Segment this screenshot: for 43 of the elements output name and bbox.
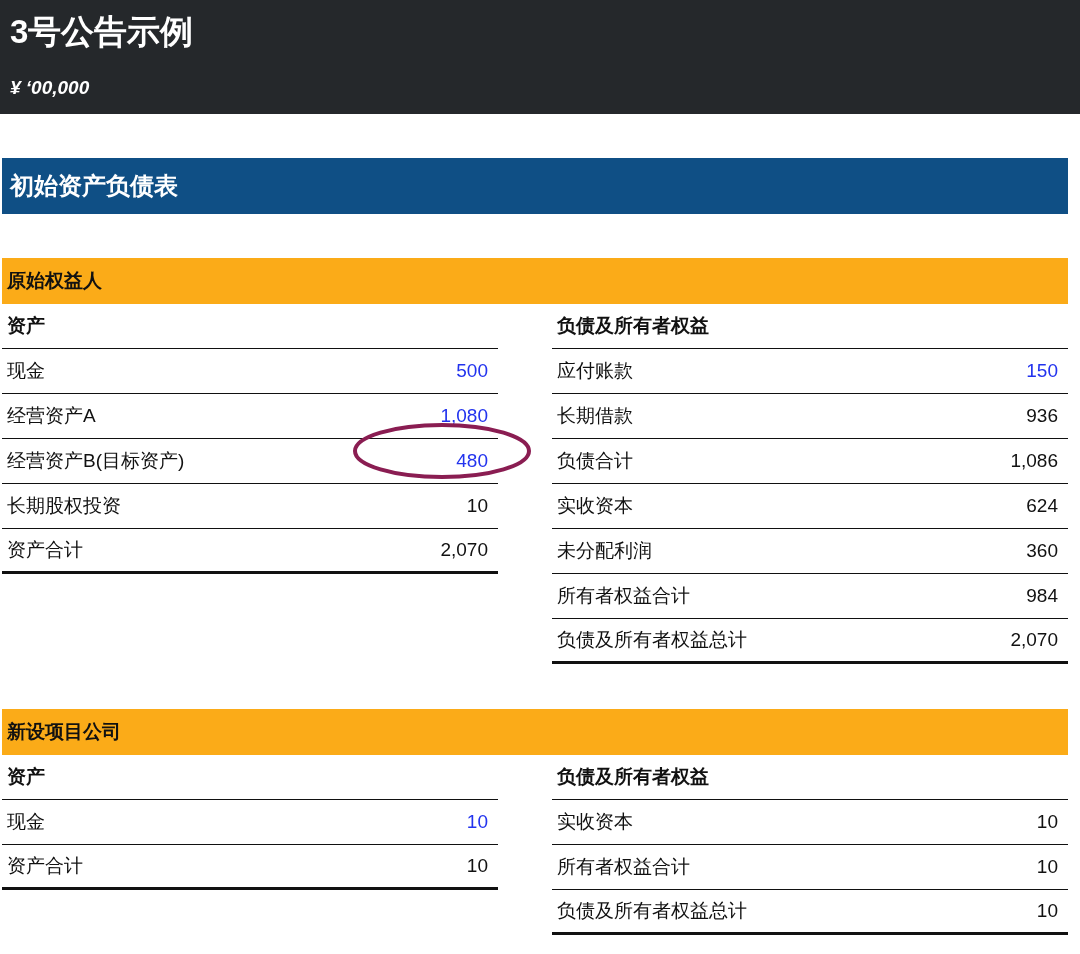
row-label: 长期借款 [557,404,633,428]
row-label: 负债及所有者权益总计 [557,899,747,923]
column-heading: 资产 [7,765,45,789]
row-value: 1,086 [1010,450,1058,472]
page-title: 3号公告示例 [10,12,195,52]
row-label: 负债合计 [557,449,633,473]
row-value: 936 [1026,405,1058,427]
row-value: 10 [1036,811,1058,833]
row-value: 150 [1026,360,1058,382]
row-value: 624 [1026,495,1058,517]
row-value: 2,070 [440,539,488,561]
row-value: 1,080 [440,405,488,427]
row-value: 360 [1026,540,1058,562]
row-value: 10 [1036,900,1058,922]
section-title: 原始权益人 [2,258,1068,304]
column-heading: 资产 [7,314,45,338]
row-label: 资产合计 [7,538,83,562]
row-label: 经营资产B(目标资产) [7,449,185,473]
row-label: 实收资本 [557,494,633,518]
row-label: 实收资本 [557,810,633,834]
column-heading: 负债及所有者权益 [557,314,709,338]
section-title: 新设项目公司 [2,709,1068,755]
row-value: 10 [466,811,488,833]
row-label: 所有者权益合计 [557,855,690,879]
row-label: 经营资产A [7,404,96,428]
row-value: 10 [1036,856,1058,878]
row-label: 所有者权益合计 [557,584,690,608]
row-value: 500 [456,360,488,382]
row-value: 10 [466,855,488,877]
banner-title: 初始资产负债表 [2,158,1068,214]
row-value: 984 [1026,585,1058,607]
unit-label: ¥ ‘00,000 [10,76,90,100]
row-label: 资产合计 [7,854,83,878]
row-label: 现金 [7,810,45,834]
row-label: 现金 [7,359,45,383]
row-value: 10 [466,495,488,517]
column-heading: 负债及所有者权益 [557,765,709,789]
row-label: 长期股权投资 [7,494,121,518]
row-label: 未分配利润 [557,539,652,563]
row-label: 负债及所有者权益总计 [557,628,747,652]
row-value: 480 [456,450,488,472]
row-value: 2,070 [1010,629,1058,651]
row-label: 应付账款 [557,359,633,383]
